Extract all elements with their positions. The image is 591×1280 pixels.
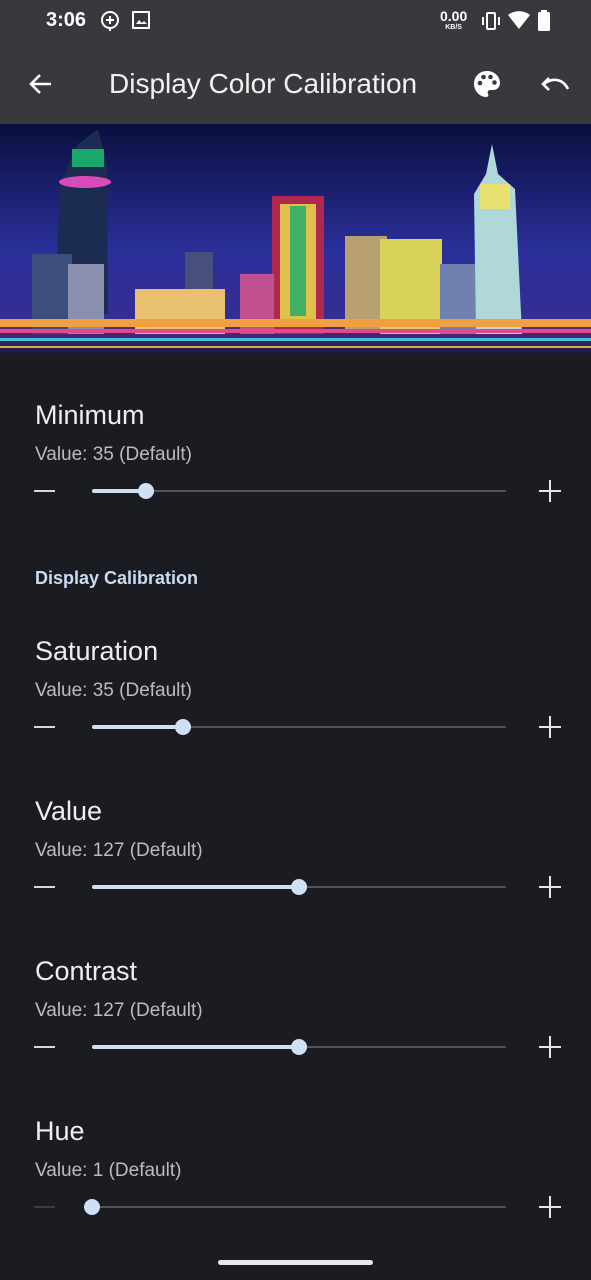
slider-fill <box>92 885 299 889</box>
image-icon <box>132 11 150 29</box>
value-slider[interactable] <box>92 877 506 897</box>
category-header: Display Calibration <box>35 568 199 588</box>
increase-button[interactable] <box>539 480 561 502</box>
decrease-button[interactable] <box>34 1036 56 1058</box>
slider-thumb[interactable] <box>175 719 192 735</box>
location-plus-icon <box>101 11 119 31</box>
wifi-icon <box>508 11 530 29</box>
net-speed-unit: KB/S <box>445 24 462 31</box>
increase-button[interactable] <box>539 876 561 898</box>
slider-fill <box>92 1045 299 1049</box>
palette-icon[interactable] <box>471 68 503 100</box>
pref-title: Value <box>35 796 103 826</box>
undo-icon[interactable] <box>539 68 571 100</box>
pref-minimum: Minimum Value: 35 (Default) <box>0 400 591 530</box>
pref-summary: Value: 35 (Default) <box>35 680 193 701</box>
network-speed: 0.00 KB/S <box>440 9 467 31</box>
status-bar: 3:06 0.00 KB/S <box>0 0 591 44</box>
vibrate-icon <box>482 12 500 30</box>
pref-saturation: Saturation Value: 35 (Default) <box>0 636 591 766</box>
pref-title: Minimum <box>35 400 145 430</box>
increase-button[interactable] <box>539 1196 561 1218</box>
increase-button[interactable] <box>539 716 561 738</box>
slider-thumb[interactable] <box>291 1039 307 1055</box>
minimum-slider[interactable] <box>92 481 506 501</box>
arrow-back-icon[interactable] <box>25 68 57 100</box>
pref-title: Saturation <box>35 636 159 666</box>
contrast-slider[interactable] <box>92 1037 506 1057</box>
decrease-button[interactable] <box>34 480 56 502</box>
status-time: 3:06 <box>46 9 87 31</box>
slider-thumb[interactable] <box>291 879 307 895</box>
net-speed-value: 0.00 <box>440 8 468 24</box>
slider-thumb[interactable] <box>84 1199 100 1215</box>
pref-contrast: Contrast Value: 127 (Default) <box>0 956 591 1086</box>
gesture-navigation-pill[interactable] <box>218 1260 373 1265</box>
increase-button[interactable] <box>539 1036 561 1058</box>
pref-summary: Value: 127 (Default) <box>35 1000 203 1021</box>
pref-title: Hue <box>35 1116 85 1146</box>
pref-summary: Value: 127 (Default) <box>35 840 203 861</box>
pref-summary: Value: 35 (Default) <box>35 444 193 465</box>
slider-thumb[interactable] <box>137 483 154 499</box>
pref-summary: Value: 1 (Default) <box>35 1160 182 1181</box>
decrease-button[interactable] <box>34 876 56 898</box>
decrease-button[interactable] <box>34 1196 56 1218</box>
pref-value: Value Value: 127 (Default) <box>0 796 591 926</box>
hue-slider[interactable] <box>84 1197 506 1217</box>
slider-track <box>92 490 506 492</box>
app-bar: Display Color Calibration <box>0 44 591 124</box>
page-title: Display Color Calibration <box>109 68 418 99</box>
pref-hue: Hue Value: 1 (Default) <box>0 1116 591 1246</box>
city-skyline-image <box>0 124 591 354</box>
saturation-slider[interactable] <box>92 717 506 737</box>
decrease-button[interactable] <box>34 716 56 738</box>
battery-icon <box>538 10 550 31</box>
pref-title: Contrast <box>35 956 138 986</box>
slider-fill <box>92 725 184 729</box>
slider-track <box>92 1206 506 1208</box>
